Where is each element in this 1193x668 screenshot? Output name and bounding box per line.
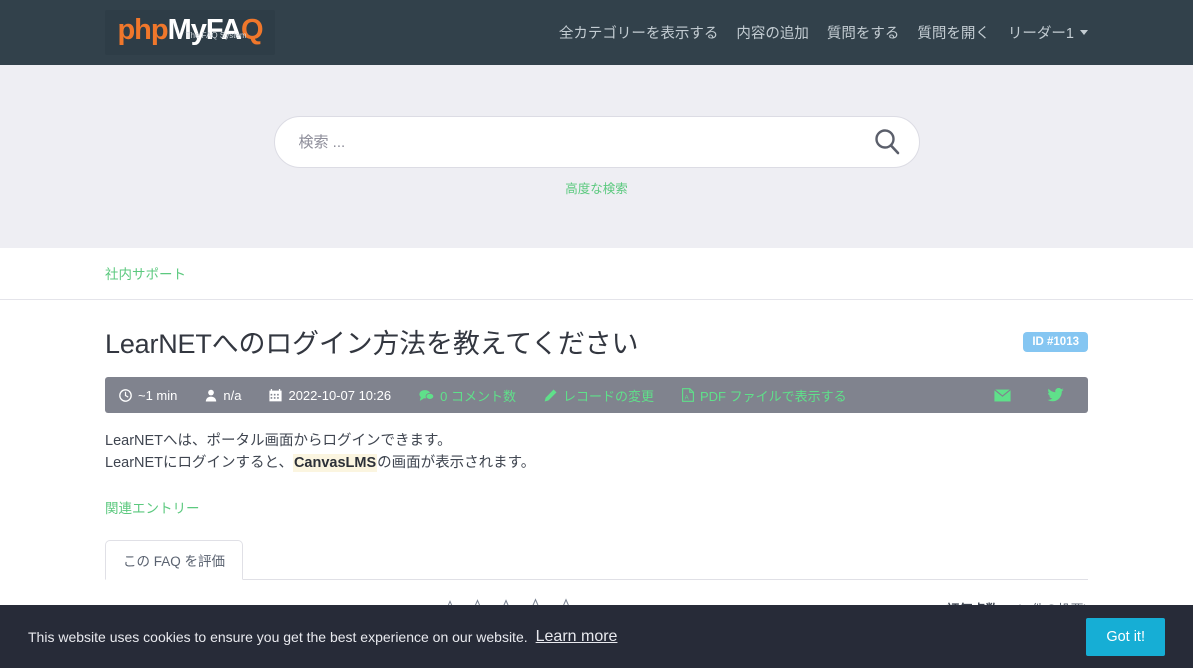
phpmyfaq-logo[interactable]: phpMyFAQ The FAQ System <box>105 10 275 55</box>
site-header: phpMyFAQ The FAQ System 全カテゴリーを表示する 内容の追… <box>0 0 1193 65</box>
meta-edit-record-label: レコードの変更 <box>562 388 654 404</box>
calendar-icon <box>269 388 283 401</box>
logo-my-text: My <box>167 14 207 46</box>
meta-author: n/a <box>205 388 241 403</box>
advanced-search-link[interactable]: 高度な検索 <box>565 178 628 197</box>
nav-label: 質問を開く <box>917 26 990 42</box>
tab-rate-this-faq[interactable]: この FAQ を評価 <box>105 539 244 580</box>
page-title: LearNETへのログイン方法を教えてください <box>105 329 639 359</box>
body-line-2: LearNETにログインすると、CanvasLMSの画面が表示されます。 <box>105 452 1088 474</box>
nav-item-ask-question[interactable]: 質問をする <box>827 22 900 43</box>
article-header: LearNETへのログイン方法を教えてください ID #1013 <box>105 300 1088 361</box>
meta-author-label: n/a <box>223 387 242 403</box>
nav-item-add-content[interactable]: 内容の追加 <box>736 22 809 43</box>
user-icon <box>206 389 217 402</box>
email-icon[interactable] <box>994 388 1011 402</box>
body-line-1: LearNETへは、ポータル画面からログインできます。 <box>105 433 452 449</box>
logo-fa-text: FA <box>205 14 242 46</box>
faq-id-badge: ID #1013 <box>1023 331 1088 352</box>
meta-date: 2022-10-07 10:26 <box>269 388 391 403</box>
search-icon <box>874 129 899 155</box>
nav-label: 内容の追加 <box>736 26 809 42</box>
related-entries-link[interactable]: 関連エントリー <box>105 497 1088 517</box>
nav-item-show-all-categories[interactable]: 全カテゴリーを表示する <box>559 22 719 43</box>
highlight-canvaslms: CanvasLMS <box>292 454 378 473</box>
meta-date-label: 2022-10-07 10:26 <box>288 387 392 403</box>
meta-edit-record-link[interactable]: レコードの変更 <box>544 386 654 405</box>
search-box <box>273 116 920 168</box>
body-line-2-post: の画面が表示されます。 <box>377 455 536 472</box>
logo-tagline: The FAQ System <box>185 31 247 40</box>
nav-label: 質問をする <box>826 26 900 42</box>
pdf-file-icon: A <box>682 388 694 402</box>
share-icons <box>994 388 1074 402</box>
rating-tabs: この FAQ を評価 <box>105 539 1088 580</box>
breadcrumb-item-category[interactable]: 社内サポート <box>105 267 186 282</box>
nav-label: リーダー1 <box>1007 26 1074 42</box>
nav-item-open-questions[interactable]: 質問を開く <box>917 22 990 43</box>
comments-icon <box>419 389 435 401</box>
article-body: LearNETへは、ポータル画面からログインできます。 LearNETにログイン… <box>105 430 1088 475</box>
logo-php-text: php <box>117 14 168 46</box>
main-navigation: 全カテゴリーを表示する 内容の追加 質問をする 質問を開く リーダー1 <box>559 22 1088 43</box>
meta-comments-label: 0 コメント数 <box>440 388 516 404</box>
chevron-down-icon <box>1080 30 1088 35</box>
search-button[interactable] <box>872 127 902 157</box>
clock-icon <box>119 388 132 402</box>
pencil-icon <box>544 388 557 402</box>
meta-comments-link[interactable]: 0 コメント数 <box>419 386 516 405</box>
search-section: 高度な検索 <box>0 65 1193 248</box>
meta-pdf-label: PDF ファイルで表示する <box>699 388 847 404</box>
body-line-2-pre: LearNETにログインすると、 <box>105 455 293 472</box>
cookie-message: This website uses cookies to ensure you … <box>28 628 528 645</box>
cookie-consent-banner: This website uses cookies to ensure you … <box>0 605 1193 668</box>
svg-text:A: A <box>685 395 689 401</box>
meta-read-time: ~1 min <box>119 388 177 403</box>
breadcrumb: 社内サポート <box>0 248 1193 300</box>
cookie-accept-button[interactable]: Got it! <box>1086 617 1165 656</box>
article-meta-toolbar: ~1 min n/a 2022-10-07 10:26 0 コメント数 レコード… <box>105 377 1088 413</box>
search-input[interactable] <box>273 116 920 168</box>
nav-label: 全カテゴリーを表示する <box>558 26 719 42</box>
nav-item-user-menu[interactable]: リーダー1 <box>1008 22 1088 43</box>
cookie-learn-more-link[interactable]: Learn more <box>536 628 618 646</box>
logo-wordmark: phpMyFAQ The FAQ System <box>117 14 263 46</box>
twitter-icon[interactable] <box>1047 388 1064 402</box>
meta-read-time-label: ~1 min <box>138 387 178 403</box>
meta-pdf-link[interactable]: A PDF ファイルで表示する <box>682 386 847 405</box>
